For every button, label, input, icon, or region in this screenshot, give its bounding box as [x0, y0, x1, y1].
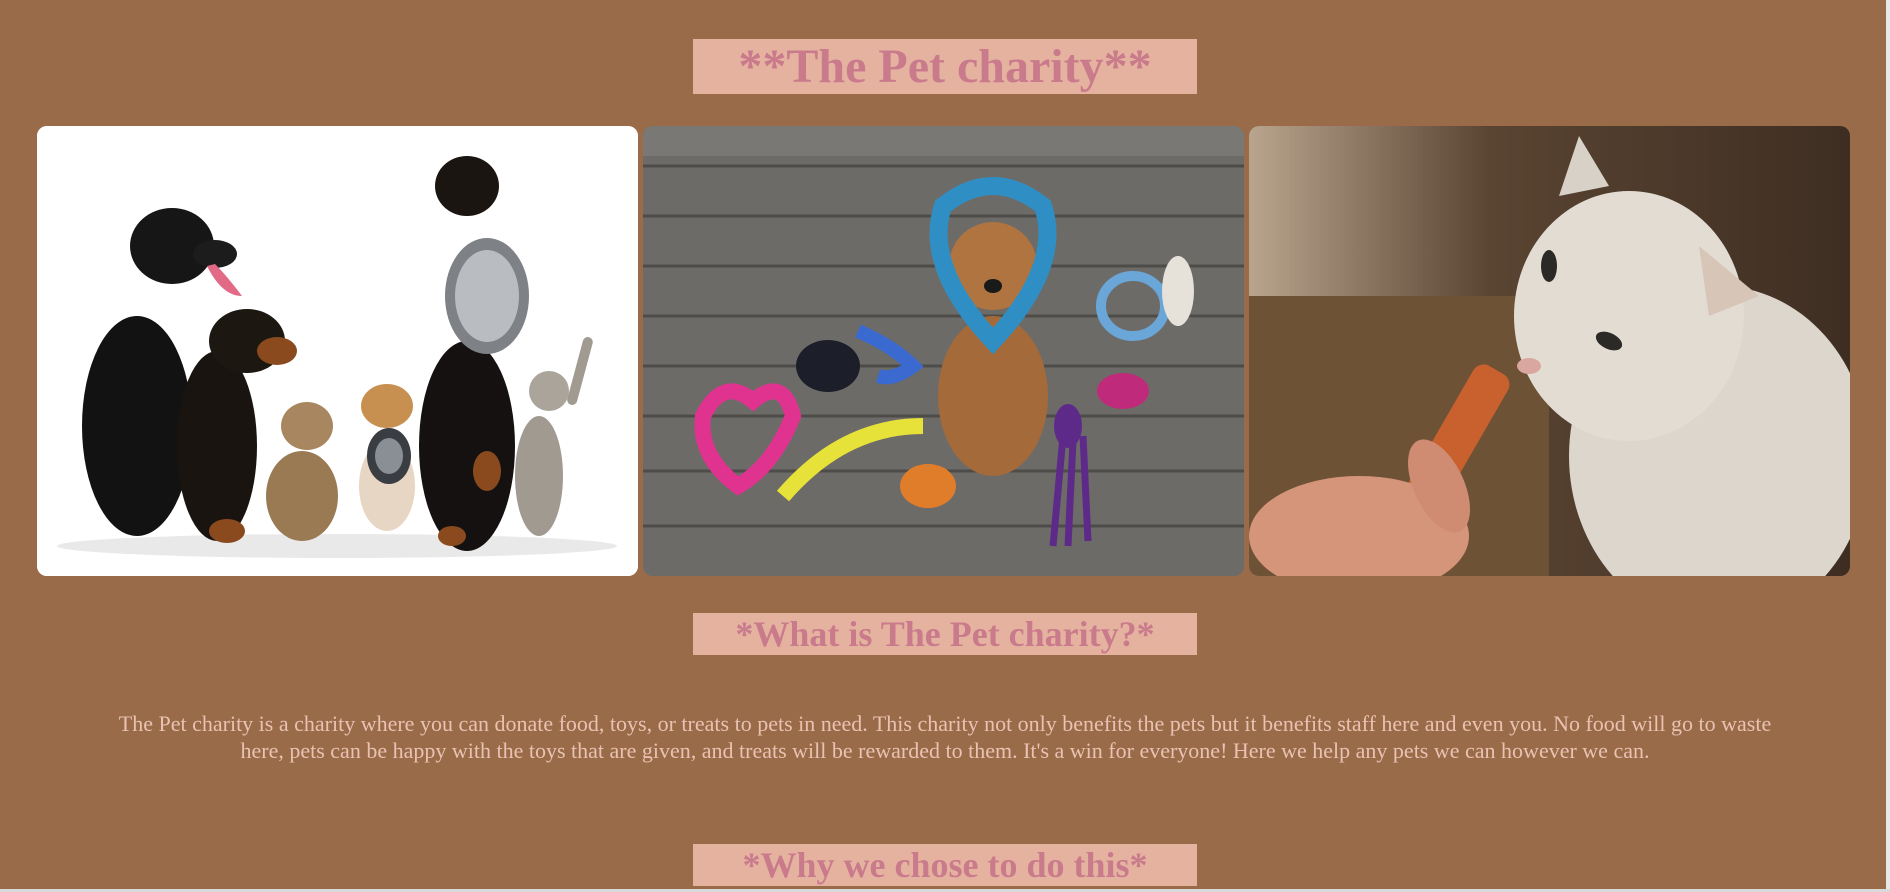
cat-eating-treat-photo [1249, 126, 1850, 576]
charity-description: The Pet charity is a charity where you c… [118, 711, 1772, 763]
page-title: **The Pet charity** [693, 39, 1197, 94]
dog-with-rope-toys-photo [643, 126, 1244, 576]
dogs-and-cats-photo [37, 126, 638, 576]
why-section-title: *Why we chose to do this* [693, 844, 1197, 886]
scrollbar[interactable] [1886, 0, 1890, 889]
page-background: **The Pet charity** *What is The Pet cha… [0, 0, 1890, 889]
what-is-section-title: *What is The Pet charity?* [693, 613, 1197, 655]
